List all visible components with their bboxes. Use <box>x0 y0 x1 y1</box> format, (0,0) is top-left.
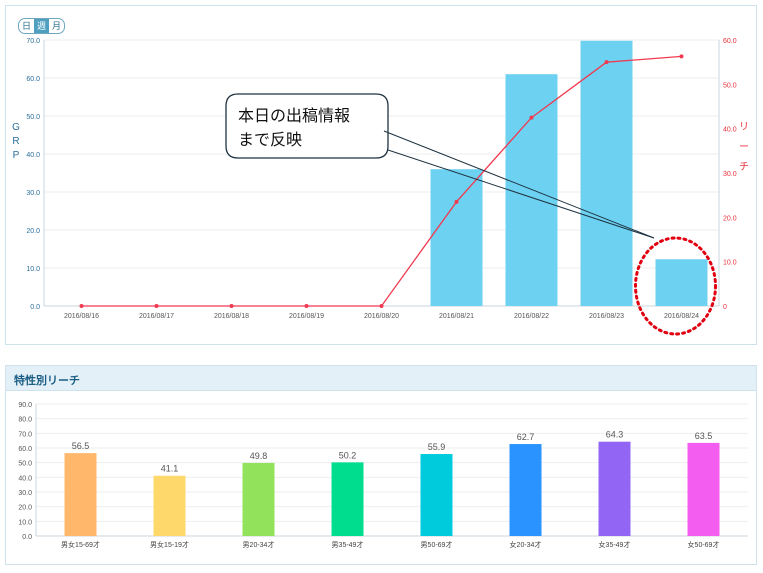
right-tick-label: 30.0 <box>723 171 737 178</box>
y-tick-label: 80.0 <box>18 417 32 424</box>
reach-bar <box>153 475 186 536</box>
reach-bar <box>598 441 631 536</box>
right-tick-label: 60.0 <box>723 38 737 45</box>
y-tick-label: 30.0 <box>18 490 32 497</box>
x-tick-label: 2016/08/16 <box>64 313 99 320</box>
left-tick-label: 40.0 <box>26 152 40 159</box>
right-tick-label: 0 <box>723 304 727 311</box>
y-tick-label: 40.0 <box>18 475 32 482</box>
x-tick-label: 2016/08/24 <box>664 313 699 320</box>
right-tick-label: 20.0 <box>723 215 737 222</box>
y-tick-label: 60.0 <box>18 446 32 453</box>
x-tick-label: 男20-34才 <box>243 540 275 549</box>
left-tick-label: 70.0 <box>26 38 40 45</box>
right-tick-label: 40.0 <box>723 127 737 134</box>
y-tick-label: 20.0 <box>18 505 32 512</box>
annotation-text: 本日の出稿情報 まで反映 <box>238 104 350 152</box>
left-axis-title-char: P <box>13 150 20 161</box>
reach-bar <box>509 444 542 536</box>
left-tick-label: 60.0 <box>26 76 40 83</box>
x-tick-label: 2016/08/22 <box>514 313 549 320</box>
reach-point <box>679 54 684 59</box>
reach-bar <box>420 454 453 536</box>
x-tick-label: 男35-49才 <box>332 540 364 549</box>
reach-point <box>379 304 384 308</box>
left-tick-label: 30.0 <box>26 190 40 197</box>
y-tick-label: 0.0 <box>22 534 32 541</box>
y-tick-label: 10.0 <box>18 519 32 526</box>
right-axis-title-char: チ <box>739 161 749 173</box>
reach-point <box>604 60 609 65</box>
reach-point <box>154 304 159 308</box>
x-tick-label: 女20-34才 <box>510 540 542 549</box>
bar-value-label: 50.2 <box>339 450 357 460</box>
x-tick-label: 男女15-19才 <box>150 540 189 549</box>
grp-bar <box>505 74 558 306</box>
reach-point <box>529 115 534 120</box>
right-axis-title-char: ー <box>739 142 749 153</box>
attribute-reach-panel: 特性別リーチ 0.0 10.0 20.0 30.0 40.0 50.0 60.0 70.0 80… <box>5 365 757 565</box>
reach-bar <box>331 462 364 536</box>
x-tick-label: 2016/08/19 <box>289 313 324 320</box>
grp-reach-chart-panel: 日 週 月 0.0 10.0 20.0 30.0 40.0 50.0 60.0 70.0 0 10… <box>5 5 757 345</box>
reach-point <box>304 304 309 308</box>
grp-bar <box>430 169 483 306</box>
bar-value-label: 63.5 <box>695 431 713 441</box>
right-tick-label: 10.0 <box>723 260 737 267</box>
grp-bar <box>655 259 708 306</box>
annotation-line-1: 本日の出稿情報 <box>238 106 351 125</box>
reach-point <box>79 304 84 308</box>
reach-bar <box>242 462 275 536</box>
bar-value-label: 64.3 <box>606 430 624 440</box>
left-axis-title-char: R <box>12 136 19 147</box>
bar-value-label: 41.1 <box>161 464 179 474</box>
x-tick-label: 男女15-69才 <box>61 540 100 549</box>
bar-value-label: 49.8 <box>250 451 268 461</box>
x-tick-label: 男50-69才 <box>421 540 453 549</box>
reach-point <box>454 199 459 204</box>
left-tick-label: 10.0 <box>26 266 40 273</box>
reach-bar <box>64 453 97 536</box>
left-axis-title-char: G <box>12 122 20 133</box>
attribute-reach-chart: 0.0 10.0 20.0 30.0 40.0 50.0 60.0 70.0 80.0 90.0 5… <box>18 402 748 549</box>
x-tick-label: 2016/08/20 <box>364 313 399 320</box>
bar-value-label: 55.9 <box>428 442 446 452</box>
left-tick-label: 20.0 <box>26 228 40 235</box>
right-tick-label: 50.0 <box>723 82 737 89</box>
x-tick-label: 女35-49才 <box>599 540 631 549</box>
grp-reach-chart: 0.0 10.0 20.0 30.0 40.0 50.0 60.0 70.0 0 10.0 20.0… <box>12 38 749 336</box>
x-tick-label: 2016/08/21 <box>439 313 474 320</box>
left-tick-label: 50.0 <box>26 114 40 121</box>
x-tick-label: 2016/08/17 <box>139 313 174 320</box>
left-tick-label: 0.0 <box>30 304 40 311</box>
reach-bar <box>687 442 720 536</box>
y-tick-label: 50.0 <box>18 461 32 468</box>
reach-point <box>229 304 234 308</box>
y-tick-label: 70.0 <box>18 431 32 438</box>
x-tick-label: 女50-69才 <box>688 540 720 549</box>
grp-bar <box>580 40 633 306</box>
y-tick-label: 90.0 <box>18 402 32 409</box>
annotation-line-2: まで反映 <box>238 130 303 149</box>
bar-value-label: 56.5 <box>72 441 90 451</box>
x-tick-label: 2016/08/23 <box>589 313 624 320</box>
right-axis-title-char: リ <box>739 122 749 133</box>
x-tick-label: 2016/08/18 <box>214 313 249 320</box>
bar-value-label: 62.7 <box>517 432 535 442</box>
